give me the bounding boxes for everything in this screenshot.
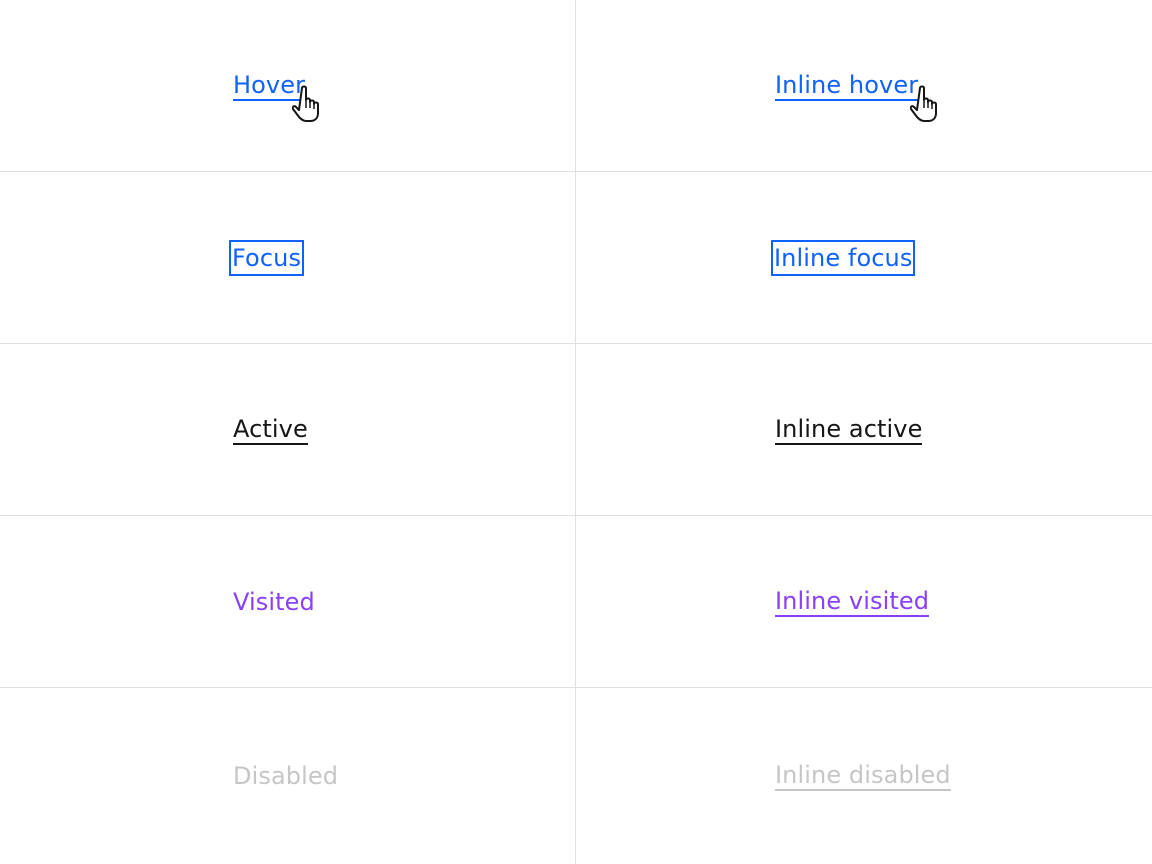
link-focus[interactable]: Focus [228, 239, 305, 276]
cell-hover-inline: Inline hover [576, 0, 1152, 171]
cell-focus-inline: Inline focus [576, 172, 1152, 343]
link-disabled: Disabled [233, 762, 339, 790]
link-visited[interactable]: Visited [233, 586, 315, 618]
link-inline-active[interactable]: Inline active [775, 415, 923, 445]
link-inline-focus[interactable]: Inline focus [770, 239, 916, 276]
cell-active-standalone: Active [0, 344, 575, 515]
cell-focus-standalone: Focus [0, 172, 575, 343]
link-inline-visited[interactable]: Inline visited [775, 587, 930, 617]
cell-disabled-inline: Inline disabled [576, 688, 1152, 864]
link-active[interactable]: Active [233, 415, 308, 445]
cell-hover-standalone: Hover [0, 0, 575, 171]
cell-visited-standalone: Visited [0, 516, 575, 687]
link-inline-disabled: Inline disabled [775, 761, 951, 791]
cell-visited-inline: Inline visited [576, 516, 1152, 687]
link-hover[interactable]: Hover [233, 71, 306, 101]
link-states-grid: Hover Inline hover Focus Inline focus Ac… [0, 0, 1152, 864]
cell-disabled-standalone: Disabled [0, 688, 575, 864]
link-inline-hover[interactable]: Inline hover [775, 71, 919, 101]
cell-active-inline: Inline active [576, 344, 1152, 515]
